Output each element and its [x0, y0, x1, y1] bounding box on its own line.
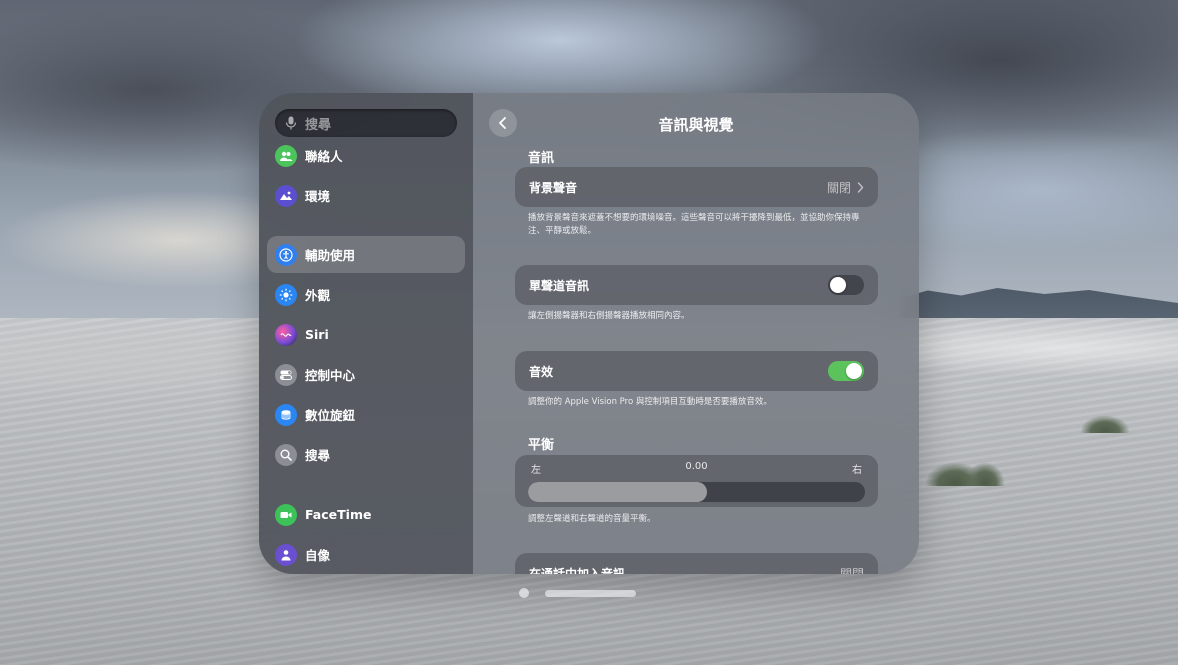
sidebar-item-contacts[interactable]: 聯絡人 [267, 137, 465, 174]
mono-audio-row: 單聲道音訊 [515, 265, 878, 305]
background-sounds-row[interactable]: 背景聲音 關閉 [515, 167, 878, 207]
background-sounds-note: 播放背景聲音來遮蓋不想要的環境噪音。這些聲音可以將干擾降到最低，並協助你保持專注… [528, 213, 860, 236]
sidebar-item-label: 環境 [305, 189, 331, 204]
search-icon [275, 443, 297, 466]
main-pane: 音訊與視覺 音訊 背景聲音 關閉 播放背景聲音來遮蓋不想要的環境噪音。這些聲音可… [473, 93, 919, 574]
sound-effects-label: 音效 [529, 364, 554, 379]
balance-value: 0.00 [685, 461, 708, 472]
sidebar-item-label: 聯絡人 [305, 149, 343, 164]
balance-slider-fill [528, 482, 707, 502]
balance-slider[interactable] [528, 482, 865, 502]
sidebar-item-persona[interactable]: 自像 [267, 536, 465, 573]
accessibility-icon [275, 243, 297, 266]
sidebar-item-label: 控制中心 [305, 368, 356, 383]
sidebar-item-siri[interactable]: Siri [267, 316, 465, 353]
section-header-balance: 平衡 [528, 438, 555, 453]
search-placeholder: 搜尋 [305, 117, 332, 133]
mono-audio-toggle[interactable] [828, 275, 864, 295]
window-close-dot[interactable] [519, 588, 529, 598]
appearance-icon [275, 283, 297, 306]
microphone-icon[interactable] [285, 116, 297, 130]
chevron-right-icon [857, 181, 864, 193]
persona-icon [275, 543, 297, 566]
balance-note: 調整左聲道和右聲道的音量平衡。 [528, 514, 656, 524]
window-grab-bar[interactable] [545, 590, 636, 597]
toggle-knob [830, 277, 846, 293]
sidebar-item-environments[interactable]: 環境 [267, 177, 465, 214]
siri-icon [275, 323, 297, 346]
sidebar-item-facetime[interactable]: FaceTime [267, 496, 465, 533]
settings-window: 搜尋 聯絡人 環境 輔助使用 外觀 Siri 控制中心 數位旋鈕 搜尋 Face… [259, 93, 919, 574]
yucca-shrub [1080, 415, 1130, 433]
sidebar-item-control-center[interactable]: 控制中心 [267, 356, 465, 393]
sidebar-item-search[interactable]: 搜尋 [267, 436, 465, 473]
mono-audio-label: 單聲道音訊 [529, 278, 590, 293]
mono-audio-note: 讓左側揚聲器和右側揚聲器播放相同內容。 [528, 311, 690, 321]
section-header-audio: 音訊 [528, 151, 555, 166]
call-audio-value: 關閉 [839, 566, 864, 575]
call-audio-label: 在通話中加入音訊 [529, 566, 626, 575]
contacts-icon [275, 144, 297, 167]
control-center-icon [275, 363, 297, 386]
sidebar-item-label: 數位旋鈕 [305, 408, 356, 423]
sound-effects-card: 音效 [515, 351, 878, 391]
facetime-icon [275, 503, 297, 526]
sidebar-item-appearance[interactable]: 外觀 [267, 276, 465, 313]
environments-icon [275, 184, 297, 207]
sidebar-item-label: FaceTime [305, 507, 372, 522]
call-audio-row[interactable]: 在通話中加入音訊 關閉 [515, 553, 878, 575]
sound-effects-toggle[interactable] [828, 361, 864, 381]
yucca-shrub [965, 462, 1005, 486]
sound-effects-note: 調整你的 Apple Vision Pro 與控制項目互動時是否要播放音效。 [528, 397, 772, 407]
mono-audio-card: 單聲道音訊 [515, 265, 878, 305]
digital-crown-icon [275, 403, 297, 426]
sidebar-item-label: Siri [305, 327, 329, 342]
sidebar: 搜尋 聯絡人 環境 輔助使用 外觀 Siri 控制中心 數位旋鈕 搜尋 Face… [259, 93, 473, 574]
sidebar-item-accessibility[interactable]: 輔助使用 [267, 236, 465, 273]
sidebar-item-label: 外觀 [305, 288, 331, 303]
sidebar-item-label: 自像 [305, 548, 331, 563]
page-title: 音訊與視覺 [658, 116, 734, 134]
call-audio-card: 在通話中加入音訊 關閉 [515, 553, 878, 574]
sidebar-item-label: 搜尋 [305, 448, 331, 463]
balance-right-label: 右 [851, 465, 862, 476]
search-field[interactable]: 搜尋 [275, 109, 457, 137]
balance-card: 左 0.00 右 [515, 455, 878, 507]
balance-left-label: 左 [531, 465, 541, 476]
sidebar-item-label: 輔助使用 [305, 248, 356, 263]
sidebar-item-digital-crown[interactable]: 數位旋鈕 [267, 396, 465, 433]
background-sounds-label: 背景聲音 [529, 180, 578, 195]
toggle-knob [846, 363, 862, 379]
sound-effects-row: 音效 [515, 351, 878, 391]
background-sounds-value: 關閉 [826, 180, 851, 195]
background-sounds-card: 背景聲音 關閉 [515, 167, 878, 207]
